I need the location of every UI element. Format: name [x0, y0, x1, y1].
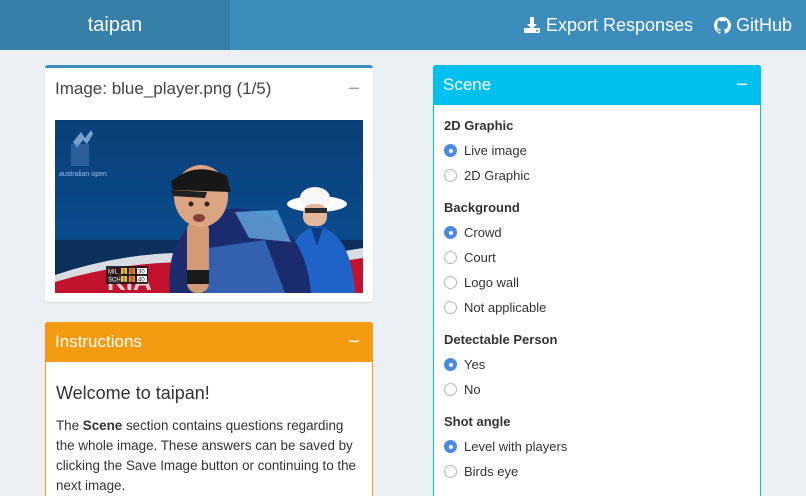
- radio-label: Live image: [464, 143, 527, 158]
- radio-checked-icon[interactable]: [444, 358, 457, 371]
- scene-box: Scene − 2D Graphic Live image 2D Graphic…: [433, 65, 761, 496]
- score-name-1: MIL: [108, 270, 119, 276]
- github-link[interactable]: GitHub: [714, 0, 792, 50]
- radio-label: Logo wall: [464, 275, 519, 290]
- radio-checked-icon[interactable]: [444, 144, 457, 157]
- image-box-header: Image: blue_player.png (1/5) −: [45, 68, 373, 110]
- score-name-2: SCH: [108, 278, 121, 284]
- instructions-text: The Scene section contains questions reg…: [56, 416, 364, 496]
- image-title: Image: blue_player.png (1/5): [55, 79, 272, 98]
- radio-label: Yes: [464, 357, 486, 372]
- radio-checked-icon[interactable]: [444, 440, 457, 453]
- question-shot-angle: Shot angle Level with players Birds eye: [444, 412, 744, 484]
- instructions-box: Instructions − Welcome to taipan! The Sc…: [45, 322, 373, 496]
- github-label: GitHub: [736, 15, 793, 35]
- score-points-2: 40: [138, 278, 145, 284]
- radio-unchecked-icon[interactable]: [444, 301, 457, 314]
- scoreboard: MIL SCH 1 1 0 2 30 40: [106, 266, 148, 284]
- question-label: Detectable Person: [444, 332, 558, 347]
- scene-keyword: Scene: [82, 418, 123, 433]
- radio-yes[interactable]: Yes: [444, 352, 744, 377]
- radio-unchecked-icon[interactable]: [444, 276, 457, 289]
- question-background: Background Crowd Court Logo wall Not app…: [444, 198, 744, 320]
- scene-questions: 2D Graphic Live image 2D Graphic Backgro…: [444, 116, 744, 494]
- question-label: 2D Graphic: [444, 118, 514, 133]
- minus-icon[interactable]: −: [345, 332, 363, 352]
- radio-unchecked-icon[interactable]: [444, 383, 457, 396]
- question-detectable-person: Detectable Person Yes No: [444, 330, 744, 402]
- scene-header: Scene −: [433, 65, 761, 105]
- radio-unchecked-icon[interactable]: [444, 251, 457, 264]
- radio-unchecked-icon[interactable]: [444, 169, 457, 182]
- radio-no[interactable]: No: [444, 377, 744, 402]
- radio-birds-eye[interactable]: Birds eye: [444, 459, 744, 484]
- export-responses-link[interactable]: Export Responses: [523, 0, 693, 50]
- radio-label: Birds eye: [464, 464, 519, 479]
- question-label: Shot angle: [444, 414, 511, 429]
- instructions-text-prefix: The: [56, 418, 83, 433]
- radio-checked-icon[interactable]: [444, 226, 457, 239]
- top-navbar: taipan Export Responses GitHub: [0, 0, 806, 50]
- instructions-body: Welcome to taipan! The Scene section con…: [56, 383, 364, 496]
- export-responses-label: Export Responses: [546, 15, 694, 35]
- photo-logo-text: australian open: [59, 171, 107, 178]
- app-brand[interactable]: taipan: [0, 0, 230, 50]
- radio-crowd[interactable]: Crowd: [444, 220, 744, 245]
- radio-label: Crowd: [464, 225, 502, 240]
- radio-live-image[interactable]: Live image: [444, 138, 744, 163]
- question-label: Background: [444, 200, 520, 215]
- radio-court[interactable]: Court: [444, 245, 744, 270]
- welcome-heading: Welcome to taipan!: [56, 383, 210, 403]
- download-icon: [523, 16, 541, 34]
- radio-logo-wall[interactable]: Logo wall: [444, 270, 744, 295]
- minus-icon[interactable]: −: [733, 75, 751, 95]
- minus-icon[interactable]: −: [345, 79, 363, 99]
- question-2d-graphic: 2D Graphic Live image 2D Graphic: [444, 116, 744, 188]
- tennis-photo: KIA australian open: [55, 120, 363, 293]
- radio-label: No: [464, 382, 481, 397]
- github-icon: [714, 16, 731, 34]
- radio-not-applicable[interactable]: Not applicable: [444, 295, 744, 320]
- radio-label: 2D Graphic: [464, 168, 530, 183]
- radio-2d-graphic[interactable]: 2D Graphic: [444, 163, 744, 188]
- instructions-title: Instructions: [55, 332, 142, 351]
- radio-label: Not applicable: [464, 300, 547, 315]
- radio-unchecked-icon[interactable]: [444, 465, 457, 478]
- score-points-1: 30: [138, 270, 145, 276]
- radio-level-with-players[interactable]: Level with players: [444, 434, 744, 459]
- radio-label: Court: [464, 250, 496, 265]
- instructions-header: Instructions −: [45, 322, 373, 362]
- radio-label: Level with players: [464, 439, 568, 454]
- image-box: Image: blue_player.png (1/5) − KIA austr…: [45, 65, 373, 302]
- scene-title: Scene: [443, 75, 492, 94]
